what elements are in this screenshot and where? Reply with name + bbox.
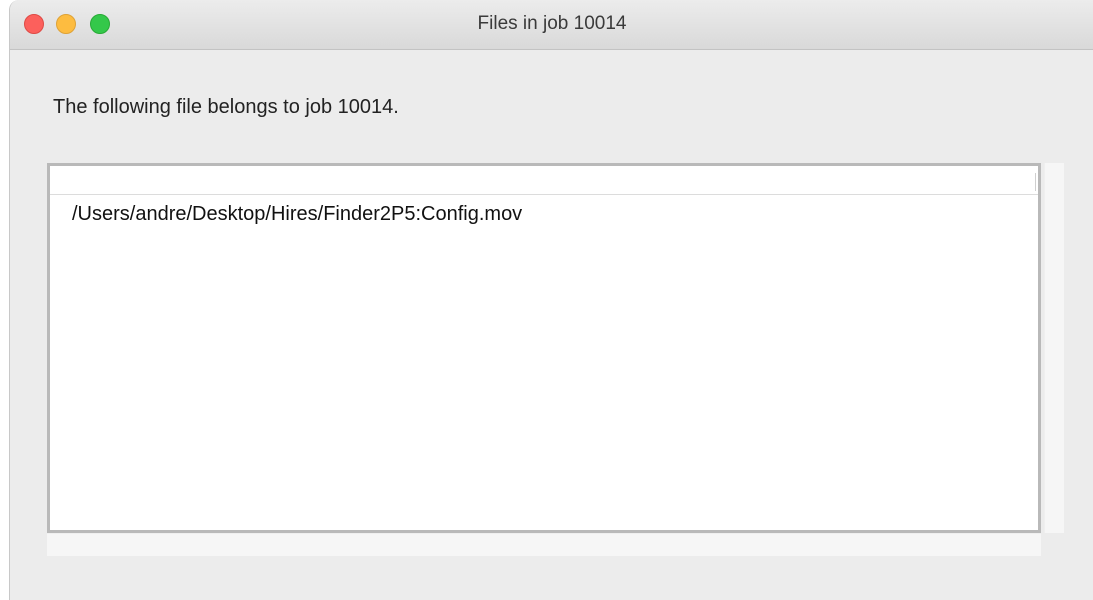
title-bar[interactable]: Files in job 10014 — [10, 0, 1093, 50]
vertical-scrollbar[interactable] — [1044, 163, 1064, 533]
dialog-window: Files in job 10014 The following file be… — [9, 0, 1093, 600]
list-item[interactable]: /Users/andre/Desktop/Hires/Finder2P5:Con… — [72, 203, 522, 226]
column-divider[interactable] — [1035, 173, 1036, 191]
info-message: The following file belongs to job 10014. — [53, 96, 399, 118]
horizontal-scrollbar[interactable] — [47, 533, 1041, 556]
list-column-header[interactable] — [50, 166, 1038, 195]
file-list[interactable]: /Users/andre/Desktop/Hires/Finder2P5:Con… — [47, 163, 1041, 533]
window-title: Files in job 10014 — [477, 13, 627, 34]
